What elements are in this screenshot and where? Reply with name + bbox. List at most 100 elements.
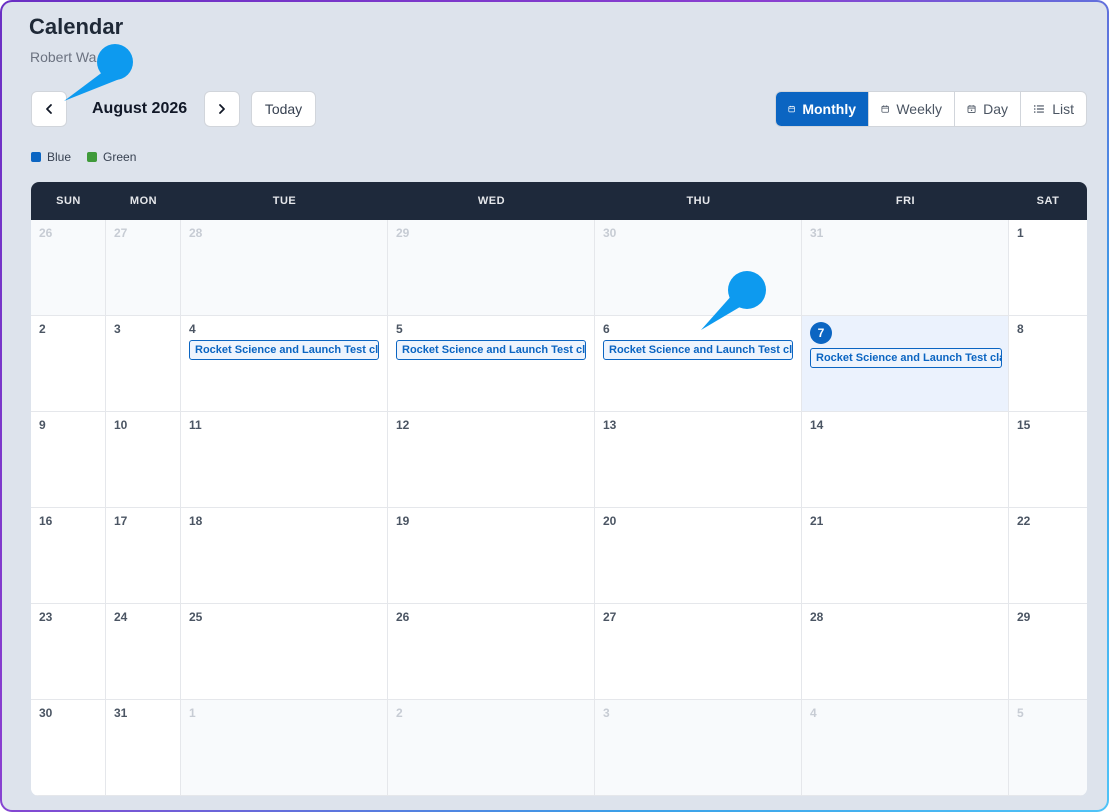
day-cell[interactable]: 5 Rocket Science and Launch Test class [388, 316, 595, 412]
legend-swatch-blue [31, 152, 41, 162]
day-cell[interactable]: 1 [181, 700, 388, 796]
day-number: 17 [114, 514, 128, 528]
day-number: 5 [396, 322, 403, 336]
day-cell[interactable]: 1 [1009, 220, 1087, 316]
day-cell[interactable]: 15 [1009, 412, 1087, 508]
day-number: 27 [114, 226, 128, 240]
day-cell[interactable]: 30 [595, 220, 802, 316]
chevron-left-icon [46, 104, 52, 114]
event-chip[interactable]: Rocket Science and Launch Test class [603, 340, 793, 360]
day-cell[interactable]: 11 [181, 412, 388, 508]
day-cell[interactable]: 24 [106, 604, 181, 700]
event-chip[interactable]: Rocket Science and Launch Test class [189, 340, 379, 360]
day-cell[interactable]: 9 [31, 412, 106, 508]
day-cell[interactable]: 26 [388, 604, 595, 700]
day-number: 2 [396, 706, 403, 720]
day-number: 30 [603, 226, 617, 240]
day-cell[interactable]: 3 [106, 316, 181, 412]
weekday-label: FRI [895, 195, 916, 207]
day-cell[interactable]: 13 [595, 412, 802, 508]
day-number: 11 [189, 418, 202, 432]
day-cell[interactable]: 31 [802, 220, 1009, 316]
day-cell[interactable]: 10 [106, 412, 181, 508]
day-number: 23 [39, 610, 53, 624]
day-cell[interactable]: 28 [802, 604, 1009, 700]
day-cell[interactable]: 30 [31, 700, 106, 796]
day-number: 21 [810, 514, 824, 528]
day-cell[interactable]: 8 [1009, 316, 1087, 412]
day-cell[interactable]: 14 [802, 412, 1009, 508]
day-cell[interactable]: 3 [595, 700, 802, 796]
day-number: 22 [1017, 514, 1031, 528]
day-number: 24 [114, 610, 128, 624]
view-monthly-button[interactable]: Monthly [776, 92, 868, 126]
day-cell[interactable]: 28 [181, 220, 388, 316]
view-weekly-label: Weekly [896, 101, 942, 117]
day-number: 14 [810, 418, 824, 432]
day-cell[interactable]: 29 [388, 220, 595, 316]
day-cell[interactable]: 23 [31, 604, 106, 700]
day-cell[interactable]: 4 Rocket Science and Launch Test class [181, 316, 388, 412]
legend-item-green: Green [87, 150, 136, 164]
day-cell[interactable]: 2 [388, 700, 595, 796]
view-list-label: List [1052, 101, 1074, 117]
day-cell[interactable]: 29 [1009, 604, 1087, 700]
day-number: 25 [189, 610, 203, 624]
day-cell-today[interactable]: 7 Rocket Science and Launch Test class [802, 316, 1009, 412]
day-number: 4 [189, 322, 196, 336]
day-cell[interactable]: 17 [106, 508, 181, 604]
day-number: 28 [810, 610, 824, 624]
current-month-label: August 2026 [92, 100, 188, 117]
today-button[interactable]: Today [251, 91, 316, 127]
legend-label: Blue [47, 150, 72, 164]
previous-month-button[interactable] [31, 91, 67, 127]
day-number: 28 [189, 226, 203, 240]
calendar-app: Calendar Robert Wa August 2026 Today Mon… [0, 0, 1109, 812]
day-cell[interactable]: 18 [181, 508, 388, 604]
day-cell[interactable]: 27 [595, 604, 802, 700]
weekday-label: SUN [56, 195, 81, 207]
day-cell[interactable]: 16 [31, 508, 106, 604]
day-number: 3 [603, 706, 610, 720]
day-number: 4 [810, 706, 817, 720]
day-cell[interactable]: 19 [388, 508, 595, 604]
event-chip[interactable]: Rocket Science and Launch Test class [396, 340, 586, 360]
day-cell[interactable]: 6 Rocket Science and Launch Test class [595, 316, 802, 412]
day-number: 31 [114, 706, 128, 720]
day-number: 29 [1017, 610, 1031, 624]
week-row: 2 3 4 Rocket Science and Launch Test class 5… [31, 316, 1087, 412]
legend: Blue Green [31, 150, 136, 164]
view-day-button[interactable]: Day [954, 92, 1020, 126]
day-cell[interactable]: 20 [595, 508, 802, 604]
day-cell[interactable]: 22 [1009, 508, 1087, 604]
day-cell[interactable]: 12 [388, 412, 595, 508]
day-cell[interactable]: 25 [181, 604, 388, 700]
event-chip[interactable]: Rocket Science and Launch Test class [810, 348, 1002, 368]
chevron-right-icon [219, 104, 225, 114]
day-cell[interactable]: 4 [802, 700, 1009, 796]
day-number: 6 [603, 322, 610, 336]
weekday-label: WED [477, 195, 506, 207]
list-icon [1033, 105, 1044, 113]
day-cell[interactable]: 26 [31, 220, 106, 316]
next-month-button[interactable] [204, 91, 240, 127]
calendar-icon [788, 105, 795, 113]
day-number: 29 [396, 226, 410, 240]
calendar-day-icon [967, 105, 976, 113]
day-number: 18 [189, 514, 203, 528]
view-day-label: Day [983, 101, 1008, 117]
view-list-button[interactable]: List [1020, 92, 1086, 126]
weekday-label: TUE [272, 195, 297, 207]
month-grid: SUN MON TUE WED THU FRI SAT 26 27 28 29 30 31 1 2 3 4 Ro… [31, 182, 1087, 796]
user-name: Robert Wa [30, 49, 97, 65]
day-cell[interactable]: 5 [1009, 700, 1087, 796]
day-cell[interactable]: 2 [31, 316, 106, 412]
day-number: 26 [39, 226, 53, 240]
view-weekly-button[interactable]: Weekly [868, 92, 954, 126]
day-number: 27 [603, 610, 617, 624]
day-cell[interactable]: 21 [802, 508, 1009, 604]
weekday-header: SUN MON TUE WED THU FRI SAT [31, 182, 1087, 220]
day-cell[interactable]: 27 [106, 220, 181, 316]
week-row: 30 31 1 2 3 4 5 [31, 700, 1087, 796]
day-cell[interactable]: 31 [106, 700, 181, 796]
